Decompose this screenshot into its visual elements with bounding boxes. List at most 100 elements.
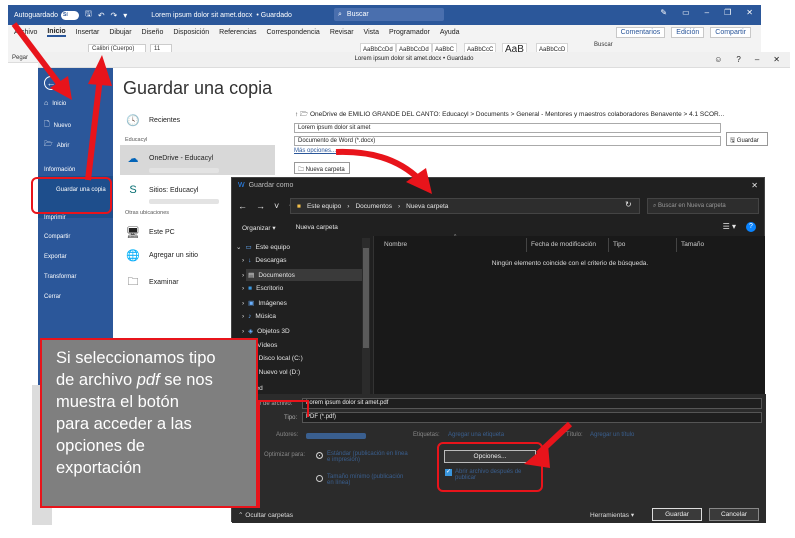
dialog-new-folder-button[interactable]: Nueva carpeta — [296, 224, 338, 232]
undo-icon[interactable]: ↶ — [98, 11, 105, 20]
organize-button[interactable]: Organizar ▾ — [242, 224, 276, 232]
feedback-icon[interactable]: ☺ — [714, 55, 722, 64]
customize-qat-icon[interactable]: ▾ — [123, 11, 127, 20]
tags-link[interactable]: Agregar una etiqueta — [448, 432, 504, 438]
dialog-filetype-select[interactable]: PDF (*.pdf) — [302, 412, 762, 423]
edit-mode-button[interactable]: Edición — [671, 26, 705, 38]
view-options-icon[interactable]: ☰ ▾ — [723, 222, 736, 232]
maximize-icon[interactable]: ❐ — [724, 8, 731, 17]
autosave-toggle[interactable]: Sí — [60, 10, 79, 20]
dialog-filename-input[interactable]: Lorem ipsum dolor sit amet.pdf — [302, 398, 762, 409]
nav-share[interactable]: Compartir — [44, 234, 70, 240]
tab-archivo[interactable]: Archivo — [14, 29, 37, 36]
autosave-control[interactable]: Autoguardado Sí — [14, 10, 79, 20]
optimize-standard-radio[interactable]: Estándar (publicación en línea e impresi… — [316, 451, 408, 463]
title-search-box[interactable]: ⌕ Buscar — [334, 8, 444, 21]
nav-info[interactable]: Información — [44, 167, 75, 173]
address-bar[interactable]: ■ Este equipo › Documentos › Nueva carpe… — [290, 198, 640, 214]
ribbon-display-icon[interactable]: ▭ — [682, 8, 690, 17]
tree-documents[interactable]: › ▤ Documentos — [242, 271, 295, 280]
forward-arrow-icon[interactable]: → — [256, 201, 265, 211]
location-this-pc[interactable]: 🖥 Este PC — [125, 226, 175, 239]
nav-transform[interactable]: Transformar — [44, 274, 76, 280]
nav-close[interactable]: Cerrar — [44, 294, 61, 300]
backstage-save-button[interactable]: 🖫 Guardar — [726, 132, 768, 146]
more-options-link[interactable]: Más opciones... — [294, 148, 336, 154]
backstage-filename-input[interactable]: Lorem ipsum dolor sit amet — [294, 123, 721, 133]
nav-open[interactable]: 🗁 Abrir — [44, 140, 69, 151]
tab-vista[interactable]: Vista — [364, 29, 379, 36]
column-name[interactable]: Nombre — [384, 241, 407, 248]
tools-menu[interactable]: Herramientas ▾ — [590, 511, 634, 519]
save-path-row[interactable]: ↑ 🗁 OneDrive de EMILIO GRANDE DEL CANTO:… — [295, 110, 724, 121]
comments-button[interactable]: Comentarios — [615, 26, 666, 38]
column-type[interactable]: Tipo — [613, 241, 625, 248]
tree-scrollbar-thumb[interactable] — [363, 248, 369, 348]
location-onedrive[interactable]: ☁ OneDrive - Educacyl — [125, 152, 214, 165]
nav-print[interactable]: Imprimir — [44, 215, 66, 221]
minimize-icon[interactable]: – — [705, 8, 709, 17]
tree-desktop[interactable]: › ■ Escritorio — [242, 285, 283, 292]
paste-button[interactable]: Pegar — [12, 55, 28, 61]
back-arrow-icon[interactable]: ← — [238, 201, 247, 211]
word-icon: W — [238, 182, 245, 189]
tab-correspondencia[interactable]: Correspondencia — [267, 29, 320, 36]
tab-ayuda[interactable]: Ayuda — [440, 29, 460, 36]
location-browse[interactable]: 🗀 Examinar — [125, 273, 179, 292]
tree-music[interactable]: › ♪ Música — [242, 313, 276, 320]
refresh-icon[interactable]: ↻ — [625, 200, 632, 209]
column-date[interactable]: Fecha de modificación — [531, 241, 596, 248]
backstage-new-folder-button[interactable]: 🗀 Nueva carpeta — [294, 162, 350, 174]
close-icon[interactable]: ✕ — [751, 181, 758, 190]
close-icon[interactable]: ✕ — [746, 8, 753, 17]
tree-downloads[interactable]: › ↓ Descargas — [242, 257, 287, 264]
tree-3d-objects[interactable]: › ◈ Objetos 3D — [242, 327, 290, 336]
breadcrumb-new-folder[interactable]: Nueva carpeta — [406, 203, 448, 210]
nav-export[interactable]: Exportar — [44, 254, 67, 260]
tab-programador[interactable]: Programador — [389, 29, 430, 36]
nav-home-label: Inicio — [52, 100, 67, 107]
tree-documents-label: Documentos — [258, 271, 295, 279]
minimize-icon[interactable]: – — [755, 55, 759, 64]
tab-revisar[interactable]: Revisar — [330, 29, 354, 36]
pen-icon[interactable]: ✎ — [660, 8, 667, 17]
up-arrow-icon[interactable]: ↑ 🗁 — [295, 111, 308, 118]
dialog-save-button[interactable]: Guardar — [652, 508, 702, 521]
share-button[interactable]: Compartir — [710, 26, 751, 38]
help-icon[interactable]: ? — [746, 222, 756, 232]
tab-dibujar[interactable]: Dibujar — [109, 29, 131, 36]
tree-pictures[interactable]: › ▣ Imágenes — [242, 299, 287, 308]
hide-folders-toggle[interactable]: ⌃ Ocultar carpetas — [238, 511, 293, 519]
ribbon-search-button[interactable]: Buscar — [594, 42, 613, 48]
title-link[interactable]: Agregar un título — [590, 432, 634, 438]
nav-home[interactable]: ⌂ Inicio — [44, 100, 66, 107]
nav-new[interactable]: 🗋 Nuevo — [44, 120, 71, 131]
chevron-down-icon[interactable]: ˅ — [274, 201, 279, 211]
tab-referencias[interactable]: Referencias — [219, 29, 256, 36]
tree-this-pc[interactable]: ⌄ ▭ Este equipo — [236, 243, 290, 252]
close-icon[interactable]: ✕ — [773, 55, 780, 64]
tab-diseno[interactable]: Diseño — [142, 29, 164, 36]
authors-value[interactable] — [306, 433, 366, 439]
nav-open-label: Abrir — [56, 142, 70, 149]
title-label: Título: — [566, 432, 583, 438]
column-size[interactable]: Tamaño — [681, 241, 704, 248]
location-add-place[interactable]: 🌐 Agregar un sitio — [125, 249, 198, 262]
location-sites[interactable]: S Sitios: Educacyl — [125, 184, 198, 196]
breadcrumb-documents[interactable]: Documentos — [355, 203, 392, 210]
dialog-cancel-button[interactable]: Cancelar — [709, 508, 759, 521]
breadcrumb-this-pc[interactable]: Este equipo — [307, 203, 341, 210]
optimize-label: Optimizar para: — [264, 452, 306, 458]
location-recent[interactable]: 🕓 Recientes — [125, 114, 180, 127]
tab-insertar[interactable]: Insertar — [76, 29, 100, 36]
optimize-minimum-radio[interactable]: Tamaño mínimo (publicación en línea) — [316, 474, 408, 486]
back-arrow-icon[interactable]: ← — [44, 76, 58, 90]
save-icon[interactable]: 🖫 — [85, 8, 92, 22]
tab-disposicion[interactable]: Disposición — [173, 29, 209, 36]
tab-inicio[interactable]: Inicio — [47, 28, 66, 37]
dialog-search-input[interactable]: ⌕ Buscar en Nueva carpeta — [647, 198, 759, 214]
backstage-filetype-select[interactable]: Documento de Word (*.docx) — [294, 136, 721, 146]
redo-icon[interactable]: ↷ — [111, 11, 118, 20]
help-icon[interactable]: ? — [736, 55, 740, 64]
tree-videos-label: Vídeos — [257, 341, 278, 349]
